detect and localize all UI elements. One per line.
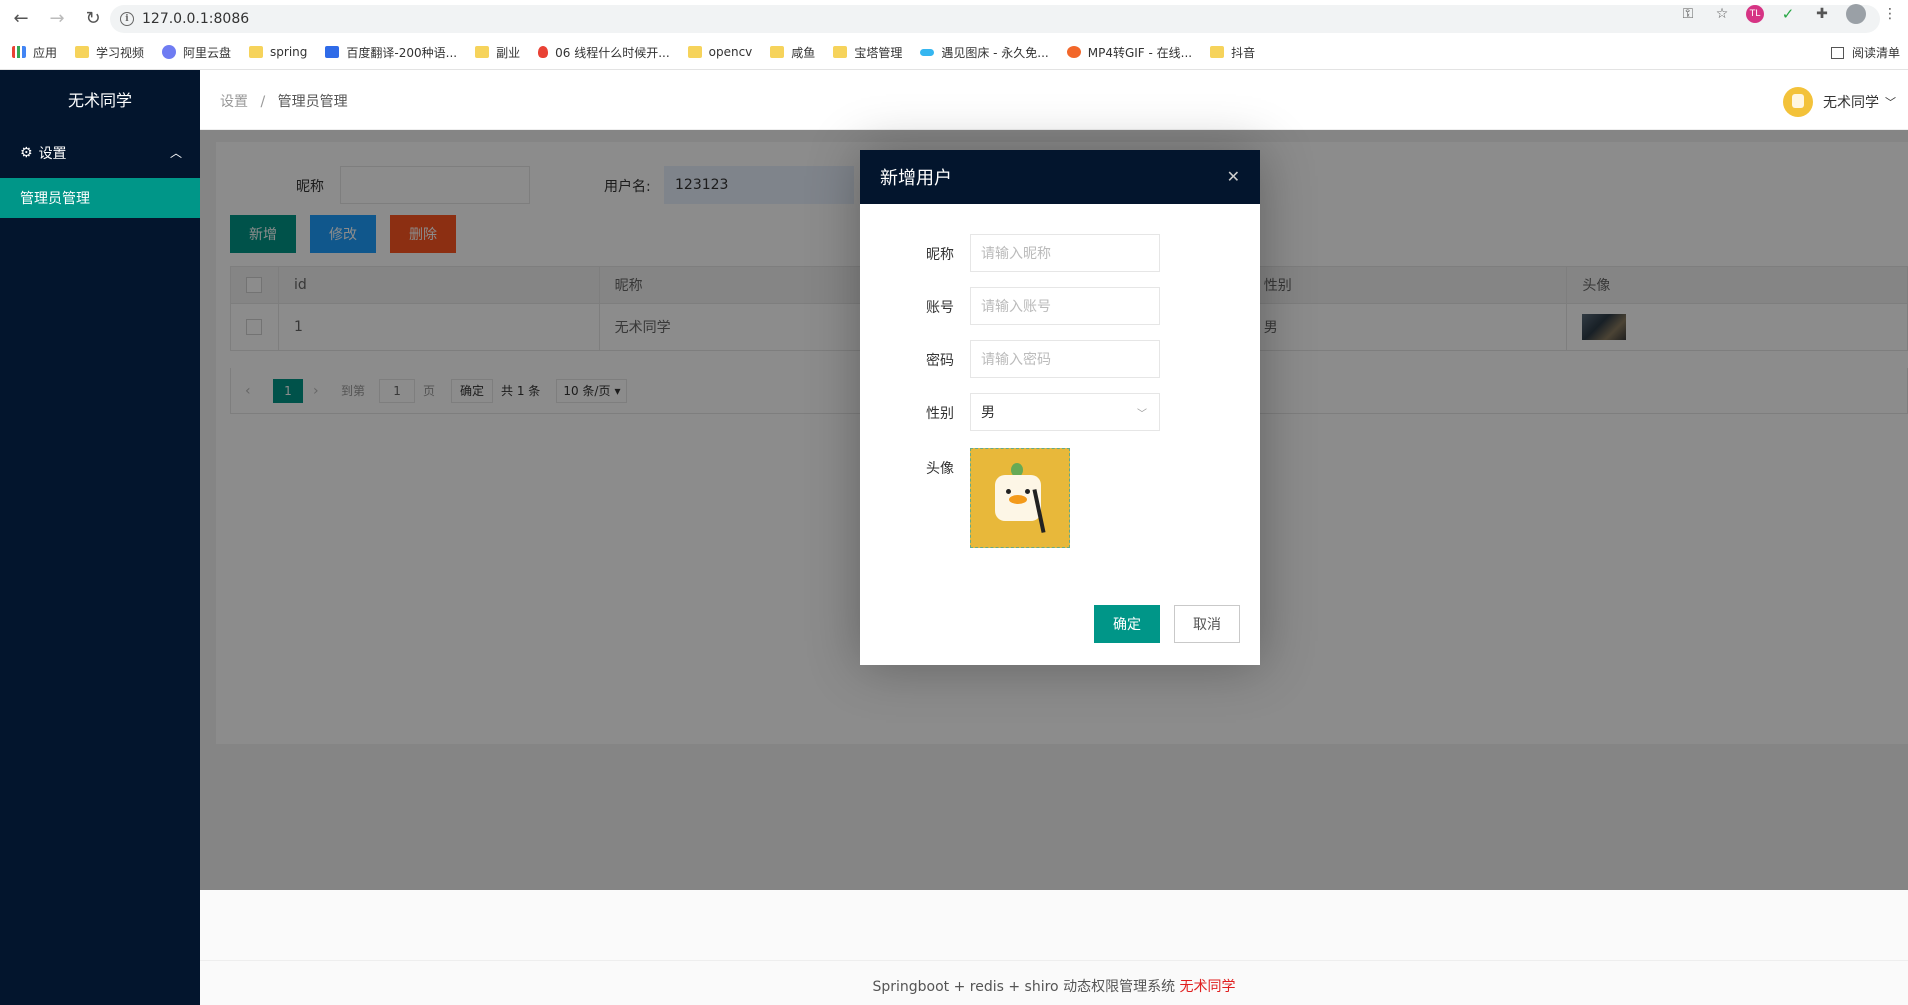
reload-icon[interactable]: ↻ xyxy=(78,4,108,34)
add-user-dialog: 新增用户 ✕ 昵称 请输入昵称 账号 请输入账号 密码 请输入密码 性别 男 ﹀… xyxy=(860,150,1260,665)
browser-chrome: ← → ↻ i 127.0.0.1:8086 ⚿ ☆ TL ✓ ✚ ⋮ 应用 学… xyxy=(0,0,1908,70)
sidebar: 无术同学 ⚙ 设置 ︿ 管理员管理 xyxy=(0,70,200,1005)
reading-list[interactable]: 阅读清单 xyxy=(1830,44,1900,61)
nickname-input[interactable]: 请输入昵称 xyxy=(970,234,1160,272)
fire-icon xyxy=(538,46,549,58)
apps-icon xyxy=(12,46,26,58)
gender-row: 性别 男 ﹀ xyxy=(860,393,1260,431)
bookmark-item[interactable]: spring xyxy=(249,45,307,59)
sidebar-item-admin-management[interactable]: 管理员管理 xyxy=(0,178,200,218)
reading-list-icon xyxy=(1830,46,1844,59)
chevron-down-icon: ﹀ xyxy=(1137,409,1147,420)
header: 设置 / 管理员管理 无术同学 ﹀ xyxy=(200,70,1908,130)
footer-text: Springboot + redis + shiro 动态权限管理系统 无术同学 xyxy=(200,976,1908,996)
duck-beak xyxy=(1009,495,1027,504)
folder-icon xyxy=(249,46,264,58)
user-menu[interactable]: 无术同学 ﹀ xyxy=(1783,87,1896,117)
password-input[interactable]: 请输入密码 xyxy=(970,340,1160,378)
browser-nav-row: ← → ↻ i 127.0.0.1:8086 ⚿ ☆ TL ✓ ✚ ⋮ xyxy=(0,0,1908,37)
dialog-header: 新增用户 ✕ xyxy=(860,150,1260,204)
breadcrumb: 设置 / 管理员管理 xyxy=(220,91,348,111)
breadcrumb-current: 管理员管理 xyxy=(277,94,348,110)
nickname-row: 昵称 请输入昵称 xyxy=(860,234,1260,272)
breadcrumb-root[interactable]: 设置 xyxy=(220,94,248,110)
sidebar-group-label: 设置 xyxy=(38,146,67,162)
bookmark-item[interactable]: 遇见图床 - 永久免... xyxy=(920,44,1049,61)
address-bar[interactable]: i 127.0.0.1:8086 xyxy=(110,5,1880,33)
bookmark-item[interactable]: 应用 xyxy=(12,44,57,61)
sidebar-group-settings[interactable]: ⚙ 设置 ︿ xyxy=(0,128,200,178)
username: 无术同学 xyxy=(1823,95,1879,111)
chevron-up-icon: ︿ xyxy=(169,146,182,160)
password-row: 密码 请输入密码 xyxy=(860,340,1260,378)
breadcrumb-separator: / xyxy=(260,94,266,110)
key-icon[interactable]: ⚿ xyxy=(1678,4,1698,24)
avatar xyxy=(1783,87,1813,117)
folder-icon xyxy=(1210,46,1225,58)
footer: Springboot + redis + shiro 动态权限管理系统 无术同学 xyxy=(200,890,1908,1005)
gear-icon: ⚙ xyxy=(20,145,33,161)
folder-icon xyxy=(833,46,848,58)
bookmark-item[interactable]: 咸鱼 xyxy=(770,44,815,61)
account-input[interactable]: 请输入账号 xyxy=(970,287,1160,325)
more-menu-icon[interactable]: ⋮ xyxy=(1880,4,1900,24)
duck-eye xyxy=(1006,489,1011,494)
avatar-upload[interactable] xyxy=(970,448,1070,548)
bookmark-item[interactable]: opencv xyxy=(687,45,752,59)
translate-icon xyxy=(325,46,340,58)
bookmark-item[interactable]: 06 线程什么时候开... xyxy=(538,44,670,61)
mp4-icon xyxy=(1066,46,1081,58)
footer-divider xyxy=(200,960,1908,961)
gender-select[interactable]: 男 ﹀ xyxy=(970,393,1160,431)
site-info-icon[interactable]: i xyxy=(120,12,134,26)
link-icon xyxy=(920,48,935,56)
account-row: 账号 请输入账号 xyxy=(860,287,1260,325)
brand-logo[interactable]: 无术同学 xyxy=(0,70,200,128)
account-label: 账号 xyxy=(926,300,954,316)
folder-icon xyxy=(770,46,785,58)
bookmark-item[interactable]: 学习视频 xyxy=(75,44,144,61)
puzzle-icon[interactable]: ✚ xyxy=(1812,4,1832,24)
bookmark-item[interactable]: 百度翻译-200种语... xyxy=(325,44,457,61)
nickname-label: 昵称 xyxy=(926,247,954,263)
gender-selected-value: 男 xyxy=(981,405,995,421)
folder-icon xyxy=(475,46,490,58)
bookmark-item[interactable]: 阿里云盘 xyxy=(162,44,231,61)
url-text[interactable]: 127.0.0.1:8086 xyxy=(142,11,249,27)
profile-icon[interactable] xyxy=(1846,4,1866,24)
chevron-down-icon: ﹀ xyxy=(1885,96,1896,109)
avatar-label: 头像 xyxy=(926,461,954,477)
cloud-icon xyxy=(162,45,177,59)
back-arrow-icon[interactable]: ← xyxy=(6,4,36,34)
duck-eye xyxy=(1025,489,1030,494)
folder-icon xyxy=(687,46,702,58)
vue-extension-icon[interactable]: ✓ xyxy=(1778,4,1798,24)
star-icon[interactable]: ☆ xyxy=(1712,4,1732,24)
bookmark-item[interactable]: MP4转GIF - 在线... xyxy=(1066,44,1192,61)
forward-arrow-icon[interactable]: → xyxy=(42,4,72,34)
close-icon[interactable]: ✕ xyxy=(1227,167,1240,186)
footer-description: Springboot + redis + shiro 动态权限管理系统 xyxy=(872,979,1176,995)
bookmark-item[interactable]: 宝塔管理 xyxy=(833,44,902,61)
footer-author: 无术同学 xyxy=(1179,979,1236,995)
browser-actions: ⚿ ☆ TL ✓ ✚ ⋮ xyxy=(1678,4,1900,24)
extension-icon[interactable]: TL xyxy=(1746,5,1764,23)
bookmark-item[interactable]: 抖音 xyxy=(1210,44,1255,61)
bookmarks-bar: 应用 学习视频 阿里云盘 spring 百度翻译-200种语... 副业 06 … xyxy=(0,38,1908,66)
gender-label: 性别 xyxy=(926,406,954,422)
bookmark-item[interactable]: 副业 xyxy=(475,44,520,61)
password-label: 密码 xyxy=(926,353,954,369)
confirm-button[interactable]: 确定 xyxy=(1094,605,1160,643)
cancel-button[interactable]: 取消 xyxy=(1174,605,1240,643)
folder-icon xyxy=(75,46,90,58)
dialog-title: 新增用户 xyxy=(880,168,952,189)
